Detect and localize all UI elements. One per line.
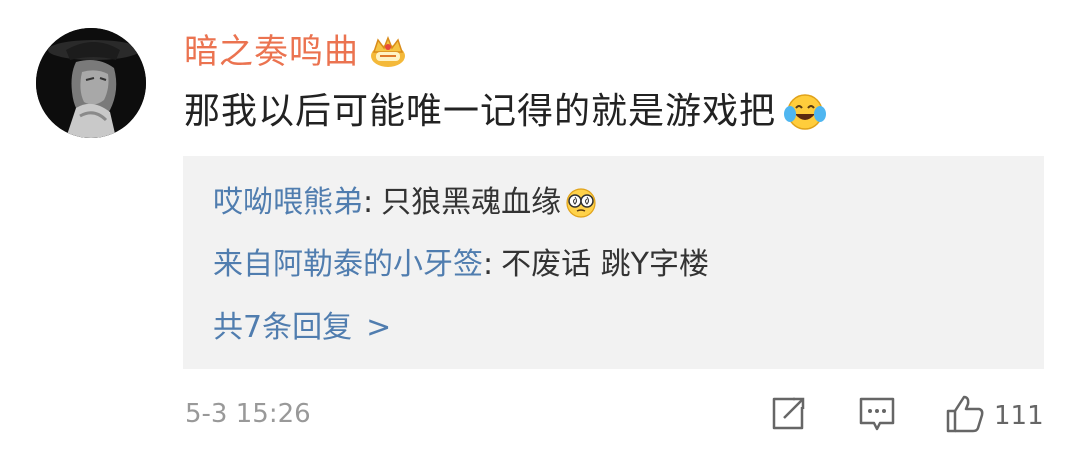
comment-timestamp: 5-3 15:26 [185, 399, 311, 429]
reply-item[interactable]: 哎呦喂熊弟 : 只狼黑魂血缘 [213, 178, 599, 228]
like-count: 111 [994, 401, 1044, 431]
avatar-image [36, 28, 146, 138]
reply-preview-box[interactable]: 哎呦喂熊弟 : 只狼黑魂血缘 来自阿勒泰的小牙签 : 不废话 跳Y字楼 共7条回… [183, 156, 1044, 369]
reply-author[interactable]: 哎呦喂熊弟 [213, 178, 363, 228]
reply-content: 只狼黑魂血缘 [381, 185, 562, 220]
chevron-right-icon: > [366, 310, 392, 345]
thumbs-up-icon [944, 394, 986, 438]
reply-separator: : [483, 247, 494, 282]
share-icon [769, 395, 807, 437]
reply-separator: : [363, 185, 374, 220]
comment-header: 暗之奏鸣曲 [184, 28, 407, 76]
reply-author[interactable]: 来自阿勒泰的小牙签 [213, 240, 483, 290]
avatar[interactable] [36, 28, 146, 138]
crown-vip-icon[interactable] [369, 36, 407, 68]
more-replies-label: 共7条回复 [213, 310, 353, 345]
like-button[interactable]: 111 [944, 394, 1044, 438]
comment-text: 那我以后可能唯一记得的就是游戏把 [184, 84, 828, 140]
comment-button[interactable] [858, 394, 896, 438]
dizzy-glasses-emoji [563, 187, 599, 219]
reply-content: 不废话 跳Y字楼 [501, 247, 709, 282]
reply-item[interactable]: 来自阿勒泰的小牙签 : 不废话 跳Y字楼 [213, 240, 709, 290]
more-replies-link[interactable]: 共7条回复 > [213, 303, 391, 353]
username[interactable]: 暗之奏鸣曲 [184, 28, 359, 76]
comment-icon [858, 394, 896, 438]
laugh-cry-emoji [782, 92, 828, 132]
comment-body: 那我以后可能唯一记得的就是游戏把 [184, 91, 777, 132]
share-button[interactable] [769, 394, 807, 438]
